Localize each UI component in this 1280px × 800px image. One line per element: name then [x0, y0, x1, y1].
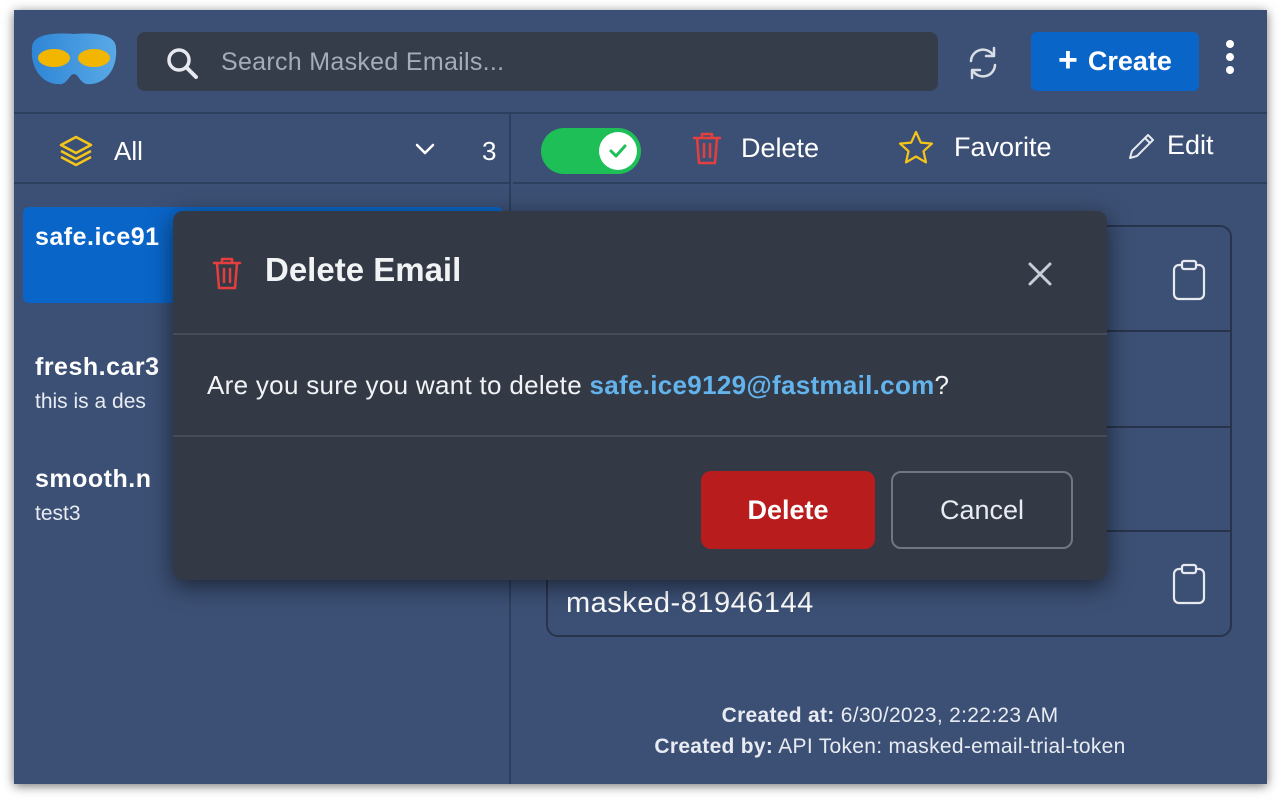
cancel-label: Cancel: [939, 494, 1025, 525]
favorite-label: Favorite: [954, 131, 1052, 162]
app-window: Search Masked Emails... + Create All 3 s…: [14, 10, 1267, 784]
delete-email-dialog: Delete Email Are you sure you want to de…: [173, 211, 1107, 580]
edit-button[interactable]: Edit: [1127, 130, 1214, 161]
delete-label: Delete: [741, 132, 820, 163]
dialog-header: Delete Email: [173, 211, 1107, 335]
action-bar: Delete Favorite Edit: [513, 114, 1267, 184]
dialog-title: Delete Email: [265, 251, 462, 288]
confirm-delete-label: Delete: [747, 494, 829, 525]
created-at-label: Created at:: [721, 704, 835, 727]
trash-icon: [212, 257, 242, 290]
created-at-value: 6/30/2023, 2:22:23 AM: [840, 704, 1059, 727]
close-icon[interactable]: [1025, 259, 1055, 289]
favorite-button[interactable]: Favorite: [898, 130, 1052, 164]
dialog-message-prefix: Are you sure you want to delete: [207, 370, 590, 400]
star-icon: [898, 130, 934, 164]
plus-icon: +: [1058, 40, 1078, 79]
top-bar: Search Masked Emails... + Create: [14, 10, 1267, 114]
pencil-icon: [1129, 133, 1154, 159]
more-menu-icon[interactable]: [1222, 40, 1238, 80]
create-button-label: Create: [1087, 46, 1172, 76]
email-count: 3: [482, 136, 497, 166]
mask-logo-icon: [31, 33, 117, 85]
refresh-icon[interactable]: [964, 44, 1002, 82]
create-button[interactable]: + Create: [1031, 32, 1199, 91]
created-by-value: API Token: masked-email-trial-token: [778, 735, 1126, 758]
search-input[interactable]: Search Masked Emails...: [137, 32, 938, 91]
delete-button[interactable]: Delete: [691, 130, 819, 166]
dialog-message-suffix: ?: [934, 370, 950, 400]
filter-dropdown[interactable]: All 3: [14, 114, 509, 184]
created-by-label: Created by:: [654, 735, 774, 758]
dialog-email: safe.ice9129@fastmail.com: [589, 370, 935, 400]
search-icon: [167, 48, 198, 79]
masked-value: masked-81946144: [566, 587, 814, 619]
created-at: Created at: 6/30/2023, 2:22:23 AM: [513, 704, 1267, 728]
confirm-delete-button[interactable]: Delete: [701, 471, 875, 549]
filter-label: All: [114, 136, 143, 166]
chevron-down-icon: [415, 143, 435, 155]
check-icon: [599, 132, 637, 170]
search-placeholder: Search Masked Emails...: [221, 48, 505, 76]
clipboard-icon[interactable]: [1171, 563, 1207, 605]
created-by: Created by: API Token: masked-email-tria…: [513, 735, 1267, 759]
edit-label: Edit: [1167, 130, 1214, 160]
dialog-message: Are you sure you want to delete safe.ice…: [173, 335, 1107, 437]
trash-icon: [692, 132, 722, 165]
enabled-toggle[interactable]: [541, 128, 641, 174]
clipboard-icon[interactable]: [1171, 259, 1207, 301]
layers-icon: [59, 135, 93, 167]
cancel-button[interactable]: Cancel: [891, 471, 1073, 549]
